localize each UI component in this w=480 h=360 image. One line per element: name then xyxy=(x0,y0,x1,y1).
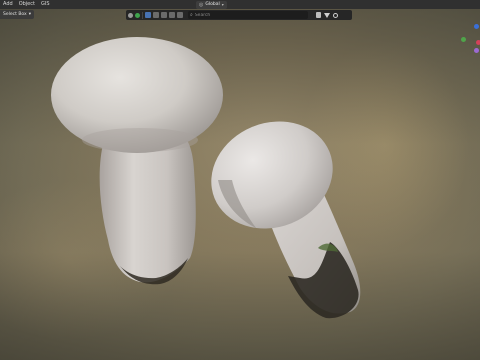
outliner-search: ⌕ xyxy=(188,11,308,19)
gizmo-x-axis-icon[interactable] xyxy=(476,40,480,45)
globe-icon: ◎ xyxy=(199,2,204,8)
select-box-label: Select Box xyxy=(3,12,27,17)
left-mushroom[interactable] xyxy=(51,37,223,285)
select-box-dropdown[interactable]: Select Box ▾ xyxy=(0,10,34,19)
magnet-icon[interactable] xyxy=(177,12,183,18)
funnel-icon[interactable] xyxy=(324,12,330,18)
grid-icon[interactable] xyxy=(153,12,159,18)
gizmo-neg-axis-icon[interactable] xyxy=(474,48,479,53)
3d-viewport[interactable] xyxy=(0,0,480,360)
left-mushroom-stem xyxy=(99,132,196,283)
menubar: Add Object GIS xyxy=(0,0,480,9)
menu-add[interactable]: Add xyxy=(3,0,13,9)
search-icon: ⌕ xyxy=(190,12,193,18)
toggle-icon[interactable] xyxy=(128,12,133,18)
menu-object[interactable]: Object xyxy=(19,0,35,9)
menu-gis[interactable]: GIS xyxy=(41,0,50,9)
filter-icon[interactable] xyxy=(316,12,321,18)
select-mode-icon[interactable] xyxy=(145,12,151,18)
gizmo-y-axis-icon[interactable] xyxy=(461,37,466,42)
lock-icon[interactable] xyxy=(169,12,175,18)
divider xyxy=(142,11,143,19)
search-input[interactable] xyxy=(194,11,295,19)
visibility-icon[interactable] xyxy=(135,12,140,18)
proportional-edit-icon[interactable] xyxy=(333,12,338,18)
mushroom-models xyxy=(51,37,361,319)
chevron-down-icon: ▾ xyxy=(221,2,224,7)
cube-icon[interactable] xyxy=(161,12,167,18)
left-mushroom-cap-underside xyxy=(82,128,198,152)
filter-group xyxy=(316,11,338,19)
right-mushroom[interactable] xyxy=(195,104,361,319)
transform-orientation-label: Global xyxy=(205,2,220,7)
chevron-down-icon: ▾ xyxy=(28,12,31,17)
transform-orientation-dropdown[interactable]: ◎ Global ▾ xyxy=(196,1,227,9)
gizmo-z-axis-icon[interactable] xyxy=(474,24,479,29)
